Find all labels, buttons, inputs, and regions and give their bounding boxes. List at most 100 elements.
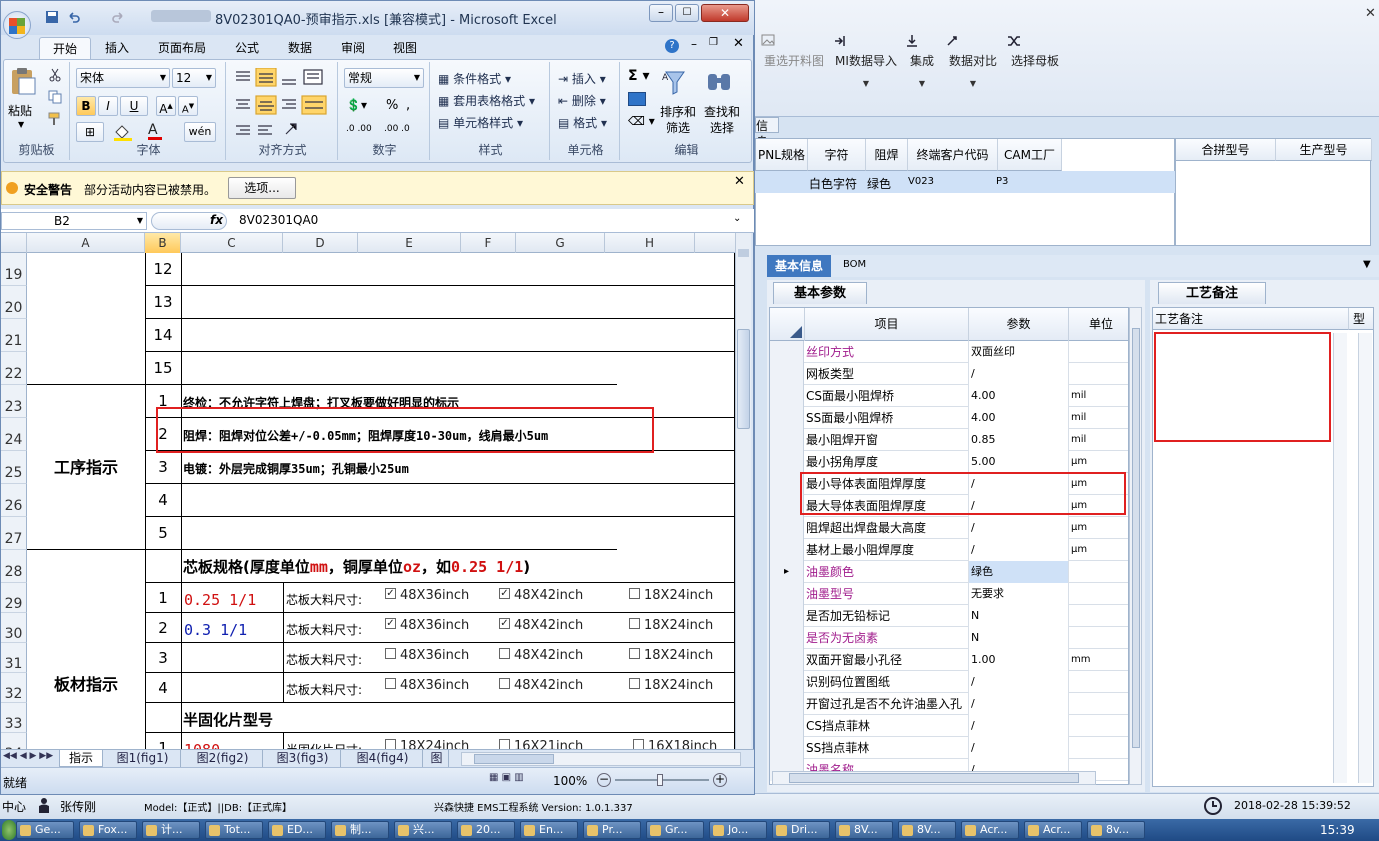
bold-button[interactable]: B bbox=[76, 96, 96, 116]
size-option[interactable]: 18X24inch bbox=[629, 678, 713, 693]
checkbox[interactable]: ✓ bbox=[499, 618, 510, 629]
row-header[interactable]: 28 bbox=[1, 550, 27, 583]
find-select-icon[interactable] bbox=[704, 68, 734, 98]
column-header[interactable]: C bbox=[181, 233, 283, 253]
size-option[interactable]: 16X18inch bbox=[633, 739, 717, 749]
param-value[interactable]: 4.00 bbox=[969, 385, 1069, 407]
close-icon[interactable]: ✕ bbox=[1365, 6, 1376, 21]
close-button[interactable]: ✕ bbox=[701, 4, 749, 22]
cell-b[interactable] bbox=[145, 703, 181, 733]
col-header[interactable]: 工艺备注 bbox=[1153, 308, 1349, 330]
checkbox[interactable] bbox=[633, 739, 644, 749]
taskbar-item[interactable]: Jo... bbox=[709, 821, 767, 839]
param-value[interactable]: / bbox=[969, 539, 1069, 561]
checkbox[interactable] bbox=[499, 739, 510, 749]
size-option[interactable]: 18X24inch bbox=[385, 739, 469, 749]
col-header-item[interactable]: 项目 bbox=[804, 308, 969, 341]
paste-button[interactable]: 粘贴 bbox=[8, 102, 32, 119]
row-header[interactable] bbox=[770, 605, 804, 627]
chevron-down-icon[interactable]: ▼ bbox=[1363, 259, 1371, 270]
taskbar-item[interactable]: 8V... bbox=[898, 821, 956, 839]
taskbar-item[interactable]: Ge... bbox=[16, 821, 74, 839]
sort-filter-icon[interactable]: A bbox=[660, 68, 690, 98]
scroll-thumb[interactable] bbox=[737, 329, 750, 429]
size-option[interactable]: 48X36inch bbox=[385, 648, 469, 663]
row-header[interactable] bbox=[770, 517, 804, 539]
cell-b[interactable]: 4 bbox=[145, 673, 181, 703]
table-row[interactable]: 双面开窗最小孔径 1.00 mm bbox=[770, 649, 1128, 671]
row-header[interactable]: 32 bbox=[1, 673, 27, 703]
expand-formula-icon[interactable]: ⌄ bbox=[733, 213, 741, 224]
find-select-button[interactable]: 查找和 选择 bbox=[704, 104, 740, 136]
merged-process-label[interactable]: 工序指示 bbox=[27, 385, 145, 550]
close-icon[interactable]: ✕ bbox=[734, 174, 745, 189]
ribbon-restore-icon[interactable]: ❐ bbox=[709, 37, 718, 48]
split-handle[interactable] bbox=[738, 249, 749, 257]
row-header[interactable] bbox=[770, 671, 804, 693]
row-header[interactable]: 27 bbox=[1, 517, 27, 550]
param-value[interactable]: / bbox=[969, 715, 1069, 737]
row-header[interactable] bbox=[770, 693, 804, 715]
checkbox[interactable]: ✓ bbox=[499, 588, 510, 599]
row-header[interactable]: 31 bbox=[1, 643, 27, 673]
shrink-font-button[interactable]: A▼ bbox=[178, 96, 198, 116]
fill-color-button[interactable] bbox=[112, 122, 142, 142]
row-header[interactable]: 30 bbox=[1, 613, 27, 643]
worksheet[interactable]: 1920212223242526272829303132333412131415… bbox=[1, 253, 735, 749]
cell-b[interactable]: 1 bbox=[145, 583, 181, 613]
checkbox[interactable] bbox=[629, 618, 640, 629]
table-row[interactable]: CS挡点菲林 / bbox=[770, 715, 1128, 737]
checkbox[interactable] bbox=[499, 678, 510, 689]
currency-button[interactable]: 💲▾ bbox=[346, 98, 367, 112]
tab-basic-info[interactable]: 基本信息 bbox=[767, 255, 831, 277]
checkbox[interactable]: ✓ bbox=[385, 588, 396, 599]
row-header[interactable] bbox=[770, 627, 804, 649]
param-value[interactable]: / bbox=[969, 517, 1069, 539]
save-icon[interactable] bbox=[45, 10, 59, 24]
taskbar-item[interactable]: 8V... bbox=[835, 821, 893, 839]
paste-icon[interactable] bbox=[8, 66, 38, 96]
chevron-down-icon[interactable]: ▼ bbox=[18, 120, 24, 129]
cell-b[interactable]: 14 bbox=[145, 319, 181, 352]
param-value[interactable]: 4.00 bbox=[969, 407, 1069, 429]
number-format-select[interactable]: 常规 ▼ bbox=[344, 68, 424, 88]
param-value[interactable]: 双面丝印 bbox=[969, 341, 1069, 363]
tab-review[interactable]: 审阅 bbox=[331, 37, 375, 59]
checkbox[interactable] bbox=[385, 739, 396, 749]
taskbar-item[interactable]: Tot... bbox=[205, 821, 263, 839]
zoom-out-button[interactable]: − bbox=[597, 773, 611, 787]
column-header[interactable]: D bbox=[283, 233, 358, 253]
tab-data[interactable]: 数据 bbox=[277, 37, 323, 59]
integrate-button[interactable]: 集成 ▼ bbox=[905, 34, 939, 88]
decrease-decimal-button[interactable]: .00 .0 bbox=[384, 124, 410, 134]
name-box[interactable]: B2 ▼ bbox=[1, 212, 147, 230]
row-header[interactable] bbox=[770, 363, 804, 385]
col-header[interactable]: PNL规格 bbox=[756, 139, 808, 171]
param-value[interactable]: / bbox=[969, 671, 1069, 693]
italic-button[interactable]: I bbox=[98, 96, 118, 116]
mi-import-button[interactable]: MI数据导入 ▼ bbox=[833, 34, 899, 88]
prepreg-title[interactable]: 半固化片型号 bbox=[183, 709, 273, 730]
vertical-scrollbar[interactable] bbox=[1333, 333, 1347, 783]
column-header[interactable]: B bbox=[145, 233, 181, 253]
table-row[interactable]: ▸ 油墨颜色 绿色 bbox=[770, 561, 1128, 583]
size-option[interactable]: 48X42inch bbox=[499, 678, 583, 693]
sheet-tab[interactable]: 图4(fig4) bbox=[343, 750, 423, 767]
phonetic-button[interactable]: wén bbox=[184, 122, 216, 142]
cell-b[interactable]: 4 bbox=[145, 484, 181, 517]
row-header[interactable]: 21 bbox=[1, 319, 27, 352]
row-header[interactable]: 22 bbox=[1, 352, 27, 385]
cell-b[interactable]: 2 bbox=[145, 613, 181, 643]
taskbar-item[interactable]: ED... bbox=[268, 821, 326, 839]
table-row[interactable]: SS挡点菲林 / bbox=[770, 737, 1128, 759]
checkbox[interactable] bbox=[385, 678, 396, 689]
font-size-select[interactable]: 12 ▼ bbox=[172, 68, 216, 88]
horizontal-scrollbar[interactable] bbox=[772, 771, 1096, 785]
autosum-icon[interactable]: Σ ▾ bbox=[628, 68, 649, 84]
undo-icon[interactable] bbox=[67, 10, 81, 24]
param-value[interactable]: N bbox=[969, 627, 1069, 649]
size-option[interactable]: 18X24inch bbox=[629, 648, 713, 663]
table-row[interactable]: 识别码位置图纸 / bbox=[770, 671, 1128, 693]
cell-b[interactable]: 3 bbox=[145, 451, 181, 484]
param-value[interactable]: 5.00 bbox=[969, 451, 1069, 473]
